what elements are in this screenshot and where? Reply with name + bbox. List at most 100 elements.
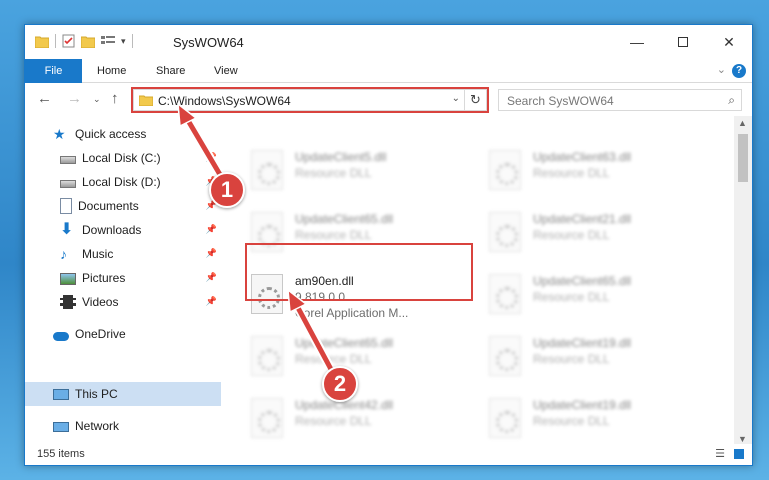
cloud-icon [53,331,69,341]
file-description: Resource DLL [295,352,372,366]
sidebar-item-label: Documents [78,199,139,213]
file-tile[interactable]: UpdateClient63.dll Resource DLL [483,144,713,198]
file-description: Resource DLL [295,228,372,242]
scrollbar-thumb[interactable] [738,134,748,182]
file-description: Resource DLL [295,414,372,428]
music-icon: ♪ [60,246,67,262]
file-name: UpdateClient65.dll [533,274,632,288]
customize-icon[interactable] [101,35,115,47]
recent-locations-icon[interactable]: ⌄ [93,94,101,105]
close-icon: ✕ [723,33,735,50]
scroll-up-icon[interactable]: ▲ [738,118,747,128]
tab-share[interactable]: Share [156,59,185,83]
file-tile[interactable]: UpdateClient5.dll Resource DLL [245,144,475,198]
qat-dropdown-icon[interactable]: ▾ [121,36,126,47]
file-name: UpdateClient21.dll [533,212,632,226]
file-description: Resource DLL [533,166,610,180]
pictures-icon [60,273,76,285]
file-description: Resource DLL [533,290,610,304]
divider [131,34,133,48]
computer-icon [53,389,69,400]
tiles-view-icon[interactable] [734,449,744,460]
pin-icon[interactable]: 📌 [206,248,217,259]
sidebar-item-label: Downloads [82,223,142,237]
pin-icon[interactable]: 📌 [206,224,217,235]
close-button[interactable]: ✕ [706,25,752,59]
sidebar-item-this-pc[interactable]: This PC [25,382,221,406]
star-icon: ★ [53,126,66,142]
sidebar-item-local-disk-c[interactable]: Local Disk (C:) 📌 [25,146,221,170]
minimize-button[interactable]: — [614,25,660,59]
dll-file-icon [489,212,521,252]
navigation-bar: ← → ⌄ ↑ C:\Windows\SysWOW64 ⌄ ↻ Search S… [25,84,752,116]
download-icon: ⬇ [60,221,74,238]
item-count: 155 items [37,448,85,460]
file-tile[interactable]: UpdateClient42.dll Resource DLL [245,392,475,446]
file-description: Resource DLL [533,228,610,242]
divider [55,34,56,48]
ribbon: File Home Share View ⌄ ? [25,59,752,83]
dll-file-icon [489,274,521,314]
file-description: Resource DLL [533,414,610,428]
forward-icon[interactable]: → [67,90,82,107]
file-highlight-box [245,243,473,301]
documents-icon [60,198,72,214]
file-company: Corel Application M... [295,306,409,320]
dll-file-icon [251,336,283,376]
search-icon[interactable]: ⌕ [728,93,735,108]
sidebar-item-network[interactable]: Network [25,414,221,438]
tab-file[interactable]: File [25,59,82,83]
file-name: UpdateClient63.dll [533,150,632,164]
pin-icon[interactable]: 📌 [206,272,217,283]
file-tile[interactable]: UpdateClient65.dll Resource DLL [245,330,475,384]
minimize-icon: — [630,34,644,50]
new-folder-icon[interactable] [81,35,95,48]
sidebar-item-label: Pictures [82,271,126,285]
sidebar-item-quick-access[interactable]: ★ Quick access [25,122,221,146]
sidebar-item-pictures[interactable]: Pictures 📌 [25,266,221,290]
vertical-scrollbar[interactable]: ▲ ▼ [734,116,752,446]
expand-ribbon-icon[interactable]: ⌄ [717,63,726,76]
sidebar-item-local-disk-d[interactable]: Local Disk (D:) 📌 [25,170,221,194]
videos-icon [60,295,76,309]
file-name: UpdateClient19.dll [533,336,632,350]
step-2-badge: 2 [322,366,358,402]
file-description: Resource DLL [295,166,372,180]
sidebar-item-label: Local Disk (C:) [82,151,161,165]
help-icon[interactable]: ? [732,64,746,78]
file-tile[interactable]: UpdateClient19.dll Resource DLL [483,392,713,446]
maximize-button[interactable] [660,25,706,59]
folder-icon[interactable] [35,35,49,48]
pin-icon[interactable]: 📌 [206,296,217,307]
file-tile[interactable]: UpdateClient19.dll Resource DLL [483,330,713,384]
scroll-down-icon[interactable]: ▼ [738,434,747,444]
up-icon[interactable]: ↑ [111,90,119,107]
details-view-icon[interactable]: ☰ [715,448,725,460]
back-icon[interactable]: ← [37,90,52,107]
maximize-icon [678,37,688,47]
tab-view[interactable]: View [214,59,238,83]
dll-file-icon [489,336,521,376]
file-tile[interactable]: UpdateClient65.dll Resource DLL [483,268,713,322]
dll-file-icon [489,398,521,438]
navigation-pane: ★ Quick access Local Disk (C:) 📌 Local D… [25,116,221,446]
pin-icon[interactable]: 📌 [206,152,217,163]
properties-icon[interactable] [62,34,75,48]
window-title: SysWOW64 [173,35,244,50]
dll-file-icon [251,398,283,438]
sidebar-item-label: Videos [82,295,119,309]
sidebar-item-documents[interactable]: Documents 📌 [25,194,221,218]
sidebar-item-onedrive[interactable]: OneDrive [25,322,221,346]
dll-file-icon [489,150,521,190]
search-input[interactable]: Search SysWOW64 ⌕ [498,89,742,111]
sidebar-item-music[interactable]: ♪ Music 📌 [25,242,221,266]
sidebar-item-label: Local Disk (D:) [82,175,161,189]
drive-icon [60,180,76,188]
tab-home[interactable]: Home [97,59,126,83]
sidebar-item-label: Network [75,419,120,433]
sidebar-item-downloads[interactable]: ⬇ Downloads 📌 [25,218,221,242]
view-toggle[interactable]: ☰ [715,447,744,460]
sidebar-item-videos[interactable]: Videos 📌 [25,290,221,314]
file-tile[interactable]: UpdateClient21.dll Resource DLL [483,206,713,260]
explorer-window: ▾ SysWOW64 — ✕ File Home Share View ⌄ ? … [24,24,753,466]
